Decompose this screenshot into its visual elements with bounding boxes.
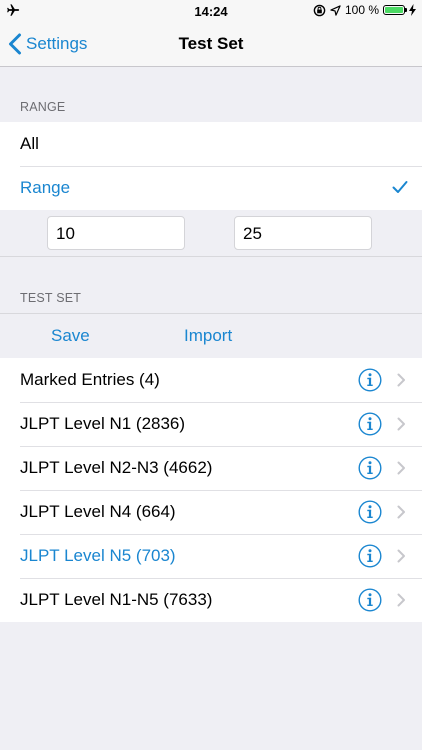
range-options-group: All Range bbox=[0, 122, 422, 210]
charging-bolt-icon bbox=[409, 4, 416, 16]
info-icon[interactable] bbox=[358, 544, 382, 568]
range-option-all[interactable]: All bbox=[0, 122, 422, 166]
list-item-label: JLPT Level N1 (2836) bbox=[20, 414, 186, 433]
test-set-item-jlpt-n4[interactable]: JLPT Level N4 (664) bbox=[0, 490, 422, 534]
battery-fill bbox=[385, 7, 403, 13]
status-bar: 14:24 100 % bbox=[0, 0, 422, 22]
info-icon[interactable] bbox=[358, 368, 382, 392]
chevron-right-icon bbox=[397, 417, 405, 431]
checkmark-icon bbox=[392, 181, 408, 193]
list-item-label: JLPT Level N2-N3 (4662) bbox=[20, 458, 213, 477]
range-section-header: RANGE bbox=[20, 100, 66, 114]
location-arrow-icon bbox=[330, 4, 341, 16]
list-item-label: JLPT Level N5 (703) bbox=[20, 546, 176, 565]
navigation-bar: Settings Test Set bbox=[0, 22, 422, 67]
battery-percentage: 100 % bbox=[344, 3, 379, 17]
test-set-list: Marked Entries (4) JLPT Level N1 (2836) … bbox=[0, 358, 422, 622]
chevron-right-icon bbox=[397, 593, 405, 607]
test-set-item-jlpt-n2-n3[interactable]: JLPT Level N2-N3 (4662) bbox=[0, 446, 422, 490]
list-item-label: Marked Entries (4) bbox=[20, 370, 160, 389]
test-set-section-header: TEST SET bbox=[20, 291, 82, 305]
info-icon[interactable] bbox=[358, 588, 382, 612]
rotation-lock-icon bbox=[313, 4, 326, 16]
test-set-item-marked-entries[interactable]: Marked Entries (4) bbox=[0, 358, 422, 402]
info-icon[interactable] bbox=[358, 500, 382, 524]
test-set-item-jlpt-n1[interactable]: JLPT Level N1 (2836) bbox=[0, 402, 422, 446]
range-from-input[interactable]: 10 bbox=[47, 216, 185, 250]
range-option-range-label: Range bbox=[20, 178, 71, 197]
test-set-item-jlpt-n1-n5[interactable]: JLPT Level N1-N5 (7633) bbox=[0, 578, 422, 622]
range-inputs-row: 10 25 bbox=[0, 211, 422, 257]
range-option-all-label: All bbox=[20, 134, 39, 153]
chevron-right-icon bbox=[397, 461, 405, 475]
battery-icon bbox=[383, 5, 407, 15]
test-set-actions: Save Import bbox=[0, 313, 422, 358]
status-right: 100 % bbox=[313, 3, 416, 17]
import-button[interactable]: Import bbox=[184, 314, 232, 358]
range-option-range[interactable]: Range bbox=[0, 166, 422, 210]
list-item-label: JLPT Level N4 (664) bbox=[20, 502, 176, 521]
chevron-right-icon bbox=[397, 505, 405, 519]
test-set-item-jlpt-n5[interactable]: JLPT Level N5 (703) bbox=[0, 534, 422, 578]
page-title: Test Set bbox=[178, 34, 244, 53]
info-icon[interactable] bbox=[358, 456, 382, 480]
save-button[interactable]: Save bbox=[51, 314, 90, 358]
info-icon[interactable] bbox=[358, 412, 382, 436]
chevron-right-icon bbox=[397, 549, 405, 563]
chevron-right-icon bbox=[397, 373, 405, 387]
range-to-input[interactable]: 25 bbox=[234, 216, 372, 250]
list-item-label: JLPT Level N1-N5 (7633) bbox=[20, 590, 213, 609]
